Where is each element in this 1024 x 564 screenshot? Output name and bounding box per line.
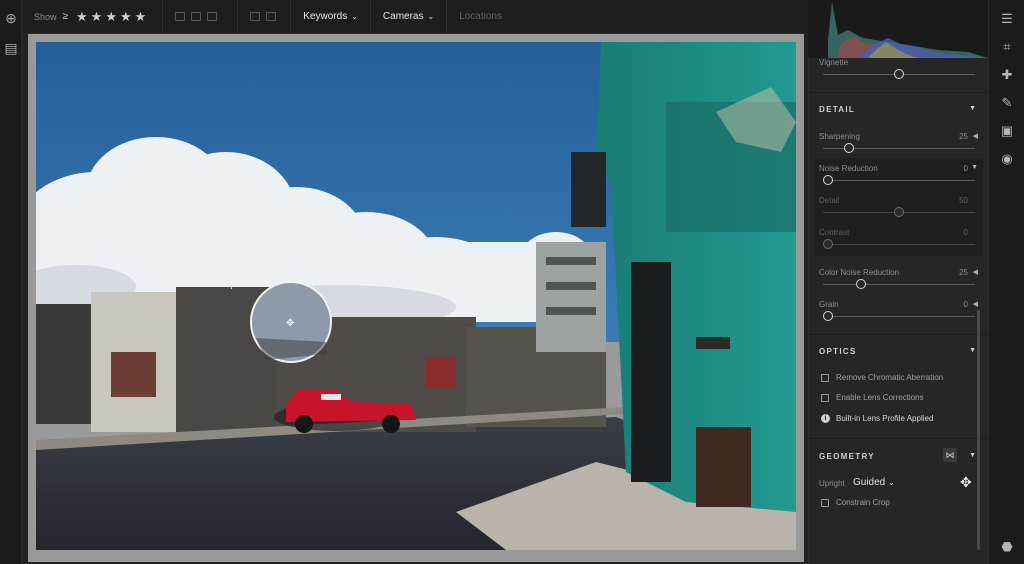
library-icon[interactable]: ▤ <box>3 40 19 56</box>
move-icon[interactable]: ✥ <box>960 474 972 491</box>
constrain-crop-checkbox[interactable] <box>821 499 829 507</box>
upright-dropdown[interactable]: Guided ⌄ <box>853 477 895 488</box>
vignette-label: Vignette <box>819 58 849 67</box>
cameras-label: Cameras <box>382 11 424 22</box>
nr-detail-label: Detail <box>819 196 840 205</box>
color-noise-reduction-value[interactable]: 25 <box>959 268 968 277</box>
left-rail: ⊕ ▤ <box>0 0 22 564</box>
nr-contrast-label: Contrast <box>819 228 850 237</box>
noise-reduction-expand-icon[interactable]: ▼ <box>971 164 978 171</box>
upright-value: Guided <box>853 477 886 488</box>
noise-reduction-slider-thumb[interactable] <box>823 175 833 185</box>
toolbar-divider <box>162 0 164 34</box>
enable-lens-corrections-checkbox[interactable] <box>821 394 829 402</box>
flag-all-icon[interactable] <box>175 12 186 21</box>
crop-icon[interactable]: ⌗ <box>998 38 1016 56</box>
color-noise-slider-track[interactable] <box>823 284 975 285</box>
upright-label: Upright <box>819 479 845 488</box>
noise-reduction-value[interactable]: 0 <box>964 164 968 173</box>
photo-canvas[interactable]: ✥ + <box>28 34 804 562</box>
video-type-icon[interactable] <box>266 12 277 21</box>
type-filters <box>250 12 277 21</box>
flag-rejected-icon[interactable] <box>207 12 218 21</box>
color-noise-menu-icon[interactable]: ◀ <box>973 268 978 276</box>
app-window: ⊕ ▤ Show ≥ ★ ★ ★ ★ ★ Keywords ⌄ Cameras … <box>0 0 1024 564</box>
grain-value[interactable]: 0 <box>964 300 968 309</box>
svg-text:+: + <box>227 279 236 292</box>
toolbar-divider <box>237 0 239 34</box>
tag-icon[interactable]: ⬣ <box>998 538 1016 556</box>
chevron-down-icon[interactable]: ▼ <box>969 105 976 112</box>
grain-slider-track[interactable] <box>823 316 975 317</box>
grain-slider-thumb[interactable] <box>823 311 833 321</box>
geometry-section-title[interactable]: GEOMETRY <box>819 452 875 461</box>
right-tool-rail: ☰ ⌗ ✚ ✎ ▣ ◉ ⬣ <box>988 0 1024 564</box>
edit-panel: Vignette DETAIL ▼ Sharpening 25 ◀ Noise … <box>808 58 989 564</box>
nr-contrast-slider-track[interactable] <box>823 244 975 245</box>
histogram <box>808 0 988 58</box>
sliders-icon[interactable]: ☰ <box>998 10 1016 28</box>
noise-reduction-slider-track[interactable] <box>823 180 975 181</box>
star-rating-filter[interactable]: ★ ★ ★ ★ ★ <box>76 10 146 23</box>
flag-picked-icon[interactable] <box>191 12 202 21</box>
info-icon: i <box>821 414 830 423</box>
sharpening-value[interactable]: 25 <box>959 132 968 141</box>
grain-label: Grain <box>819 300 839 309</box>
remove-chromatic-aberration-label[interactable]: Remove Chromatic Aberration <box>836 373 943 382</box>
star-icon[interactable]: ★ <box>91 10 103 23</box>
optics-section-title[interactable]: OPTICS <box>819 347 857 356</box>
healing-icon[interactable]: ✚ <box>998 66 1016 84</box>
brush-icon[interactable]: ✎ <box>998 94 1016 112</box>
keywords-dropdown[interactable]: Keywords ⌄ <box>291 0 371 34</box>
remove-chromatic-aberration-checkbox[interactable] <box>821 374 829 382</box>
vignette-slider-thumb[interactable] <box>894 69 904 79</box>
show-label: Show <box>34 11 57 22</box>
star-icon[interactable]: ★ <box>105 10 117 23</box>
filter-toolbar: Show ≥ ★ ★ ★ ★ ★ Keywords ⌄ Cameras ⌄ Lo… <box>22 0 808 34</box>
nr-detail-value[interactable]: 50 <box>959 196 968 205</box>
locations-dropdown[interactable]: Locations <box>447 0 514 34</box>
nr-contrast-slider-thumb[interactable] <box>823 239 833 249</box>
locations-label: Locations <box>459 11 502 22</box>
panel-scrollbar[interactable] <box>977 310 980 550</box>
rating-operator[interactable]: ≥ <box>63 11 69 22</box>
nr-contrast-value[interactable]: 0 <box>964 228 968 237</box>
histogram-graph <box>808 0 988 58</box>
nr-detail-slider-thumb[interactable] <box>894 207 904 217</box>
street-scene-image: ✥ + <box>36 42 796 550</box>
grain-menu-icon[interactable]: ◀ <box>973 300 978 308</box>
chevron-down-icon[interactable]: ▼ <box>969 452 976 459</box>
guided-upright-tool-icon[interactable]: ⋈ <box>943 448 957 462</box>
chevron-down-icon: ⌄ <box>427 12 435 21</box>
sharpening-label: Sharpening <box>819 132 860 141</box>
flag-filters <box>175 12 218 21</box>
constrain-crop-label[interactable]: Constrain Crop <box>836 498 890 507</box>
sharpening-slider-thumb[interactable] <box>843 143 854 153</box>
linear-gradient-icon[interactable]: ▣ <box>998 122 1016 140</box>
edited-photo[interactable]: ✥ + <box>36 42 796 550</box>
photo-type-icon[interactable] <box>250 12 261 21</box>
detail-section-title[interactable]: DETAIL <box>819 105 855 114</box>
star-icon[interactable]: ★ <box>135 10 147 23</box>
chevron-down-icon: ⌄ <box>351 12 358 21</box>
noise-reduction-label: Noise Reduction <box>819 164 878 173</box>
section-divider <box>809 438 989 439</box>
svg-text:✥: ✥ <box>286 318 294 329</box>
color-noise-reduction-label: Color Noise Reduction <box>819 268 900 277</box>
add-photos-icon[interactable]: ⊕ <box>3 10 19 26</box>
star-icon[interactable]: ★ <box>76 10 88 23</box>
chevron-down-icon[interactable]: ▼ <box>969 347 976 354</box>
star-icon[interactable]: ★ <box>120 10 132 23</box>
cameras-dropdown[interactable]: Cameras ⌄ <box>371 0 448 34</box>
section-divider <box>809 334 989 335</box>
section-divider <box>809 92 989 93</box>
enable-lens-corrections-label[interactable]: Enable Lens Corrections <box>836 393 924 402</box>
color-noise-slider-thumb[interactable] <box>856 279 866 289</box>
sharpening-menu-icon[interactable]: ◀ <box>973 132 978 140</box>
radial-gradient-icon[interactable]: ◉ <box>998 150 1016 168</box>
keywords-label: Keywords <box>303 11 348 22</box>
chevron-down-icon: ⌄ <box>888 478 895 487</box>
lens-profile-status: Built-in Lens Profile Applied <box>836 414 934 423</box>
